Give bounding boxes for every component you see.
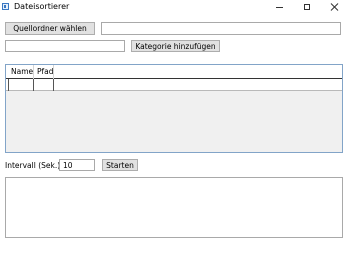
source-folder-path-field[interactable]	[101, 22, 341, 35]
window-title: Dateisortierer	[14, 2, 70, 11]
list-header: Name Pfad	[6, 65, 342, 79]
choose-source-folder-button[interactable]: Quellordner wählen	[5, 22, 95, 35]
log-output[interactable]	[5, 177, 343, 238]
column-divider[interactable]	[33, 65, 34, 79]
cell-divider	[8, 79, 9, 91]
app-window: Dateisortierer Quellordner wählen Katego…	[0, 0, 347, 259]
category-list[interactable]: Name Pfad	[5, 64, 343, 153]
maximize-icon	[304, 4, 310, 10]
close-button[interactable]	[321, 0, 347, 14]
start-button[interactable]: Starten	[102, 159, 138, 171]
cell-divider	[53, 79, 54, 91]
category-input[interactable]	[5, 40, 125, 52]
list-item[interactable]	[6, 79, 342, 91]
column-header-name[interactable]: Name	[11, 68, 33, 76]
minimize-button[interactable]	[266, 0, 292, 14]
interval-label: Intervall (Sek.):	[5, 161, 63, 170]
maximize-button[interactable]	[294, 0, 320, 14]
add-category-button[interactable]: Kategorie hinzufügen	[131, 40, 220, 52]
column-divider[interactable]	[53, 65, 54, 79]
interval-input[interactable]	[59, 159, 95, 171]
app-icon	[2, 3, 9, 10]
title-bar[interactable]: Dateisortierer	[0, 0, 347, 15]
close-icon	[330, 3, 338, 11]
column-header-path[interactable]: Pfad	[37, 68, 54, 76]
minimize-icon	[275, 6, 283, 8]
cell-divider	[33, 79, 34, 91]
